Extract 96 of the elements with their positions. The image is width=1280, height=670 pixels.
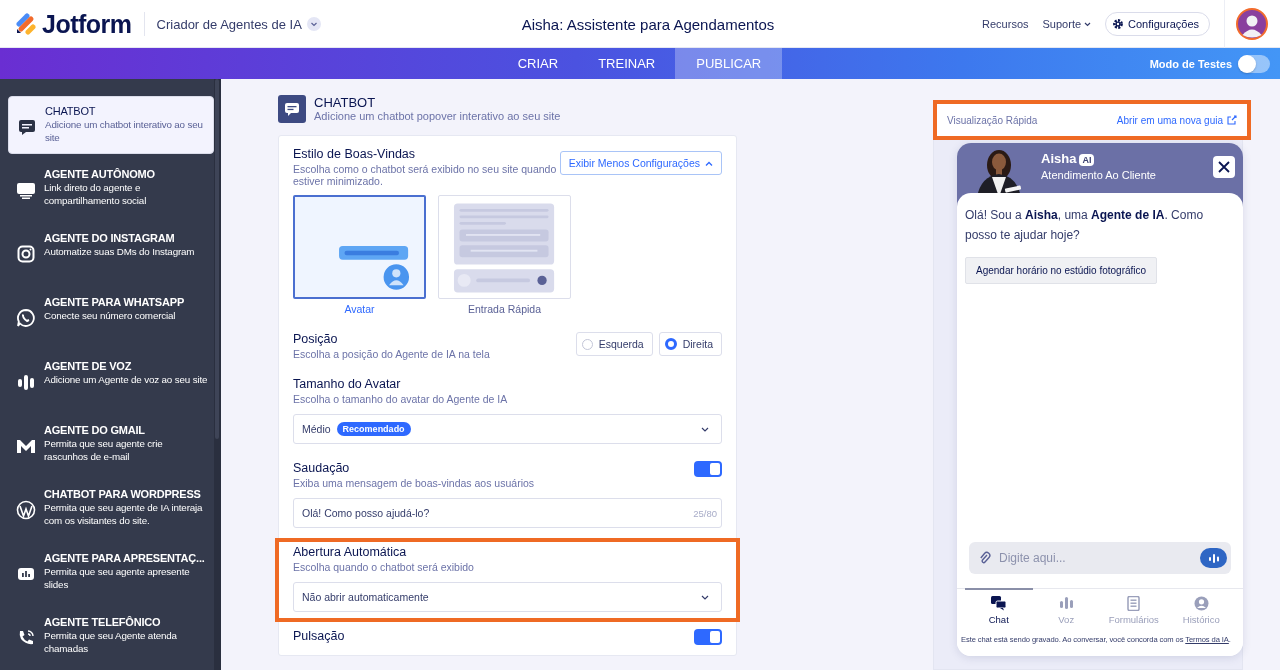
external-link-icon — [1227, 115, 1237, 125]
select-field[interactable]: Não abrir automaticamente — [293, 582, 722, 612]
sound-bars-icon — [16, 372, 36, 392]
nav-tab[interactable]: CRIAR — [497, 48, 579, 79]
chat-tab[interactable]: Chat — [965, 588, 1033, 629]
resources-link[interactable]: Recursos — [982, 18, 1029, 30]
setting-title: Posição — [293, 332, 339, 346]
toggle-settings-button[interactable]: Exibir Menos Configurações — [559, 151, 722, 175]
setting-description: Escolha a posição do Agente de IA na tela — [293, 348, 490, 360]
sidebar-item[interactable]: AGENTE TELEFÔNICO Permita que seu Agente atenda chamadas — [8, 608, 214, 666]
sidebar-item[interactable]: AGENTE DE VOZ Adicione um Agente de voz ao seu site — [8, 352, 214, 410]
globe-icon — [16, 500, 36, 520]
document-icon — [1126, 596, 1142, 611]
setting-title: Pulsação — [293, 629, 345, 643]
paperclip-icon — [979, 551, 991, 565]
toggle-switch[interactable] — [694, 461, 722, 477]
sound-bars-icon — [1208, 553, 1219, 563]
test-mode-label: Modo de Testes — [1149, 57, 1232, 70]
setting-description: Exiba uma mensagem de boas-vindas aos usuários — [293, 477, 535, 489]
welcome-message: Olá! Sou a Aisha, uma Agente de IA. Como posso te ajudar hoje? — [965, 207, 1205, 244]
item-description: Link direto do agente e compartilhamento social — [44, 181, 148, 207]
setting-description: Escolha como o chatbot será exibido no seu site quando estiver minimizado. — [293, 163, 558, 187]
setting-title: Saudação — [293, 461, 351, 475]
chat-icon — [278, 95, 306, 123]
setting-title: Tamanho do Avatar — [293, 377, 402, 391]
logo-text: Jotform — [42, 9, 132, 39]
camera-icon — [16, 244, 36, 264]
suggestion-button[interactable]: Agendar horário no estúdio fotográfico — [965, 257, 1158, 284]
item-title: AGENTE PARA WHATSAPP — [44, 296, 185, 308]
item-description: Permita que seu agente de IA interaja com os visitantes do site. — [44, 501, 204, 527]
style-option[interactable]: Avatar — [293, 195, 426, 315]
style-option[interactable]: Entrada Rápida — [438, 195, 571, 315]
logo-icon — [16, 13, 36, 35]
section-description: Adicione um chatbot popover interativo ao seu site — [314, 110, 561, 122]
greeting-field[interactable]: Olá! Como posso ajudá-lo? 25/80 — [293, 498, 722, 528]
item-title: CHATBOT PARA WORDPRESS — [44, 488, 202, 500]
chevron-down-icon — [701, 594, 709, 600]
caret-icon — [1084, 21, 1092, 27]
setting-title: Abertura Automática — [293, 545, 408, 559]
item-title: AGENTE DE VOZ — [44, 360, 133, 372]
item-description: Adicione um chatbot interativo ao seu site — [45, 118, 204, 144]
support-menu[interactable]: Suporte — [1042, 18, 1092, 30]
caret-icon — [705, 160, 713, 166]
select-field[interactable]: Médio Recomendado — [293, 414, 722, 444]
radio-option[interactable]: Direita — [658, 332, 722, 356]
chevron-down-icon — [306, 17, 321, 31]
item-description: Permita que seu Agente atenda chamadas — [44, 629, 178, 655]
setting-description: Escolha quando o chatbot será exibido — [293, 561, 474, 573]
sidebar-item[interactable]: CHATBOT Adicione um chatbot interativo ao seu site — [8, 96, 214, 154]
item-description: Permita que seu agente apresente slides — [44, 565, 191, 591]
monitor-icon — [16, 180, 36, 200]
scrollbar[interactable] — [214, 79, 221, 670]
item-description: Permita que seu agente crie rascunhos de e-mail — [44, 437, 164, 463]
section-title: CHATBOT — [314, 95, 377, 110]
ai-badge: AI — [1079, 154, 1095, 166]
settings-button[interactable]: Configurações — [1105, 12, 1210, 36]
character-counter: 25/80 — [693, 507, 717, 519]
phone-bubble-icon — [16, 308, 36, 328]
setting-title: Estilo de Boas-Vindas — [293, 147, 417, 161]
agent-name: Aisha — [1041, 151, 1077, 166]
nav-tab[interactable]: TREINAR — [578, 48, 676, 79]
preview-title: Visualização Rápida — [947, 114, 1038, 126]
item-title: AGENTE PARA APRESENTAÇ... — [44, 552, 206, 564]
sidebar-item[interactable]: AGENTE PARA WHATSAPP Conecte seu número comercial — [8, 288, 214, 346]
sidebar-item[interactable]: CHATBOT PARA WORDPRESS Permita que seu agente de IA interaja com os visitantes do site. — [8, 480, 214, 538]
radio-option[interactable]: Esquerda — [575, 332, 653, 356]
toggle-switch[interactable] — [694, 629, 722, 645]
sidebar-item[interactable]: AGENTE DO GMAIL Permita que seu agente crie rascunhos de e-mail — [8, 416, 214, 474]
item-title: CHATBOT — [45, 105, 97, 117]
form-title: Aisha: Assistente para Agendamentos — [521, 15, 775, 33]
sidebar-item[interactable]: AGENTE DO INSTAGRAM Automatize suas DMs do Instagram — [8, 224, 214, 282]
chat-icon — [17, 117, 37, 137]
item-title: AGENTE AUTÔNOMO — [44, 168, 156, 180]
setting-description: Escolha o tamanho do avatar do Agente de IA — [293, 393, 508, 405]
chevron-down-icon — [701, 426, 709, 432]
settings-icon — [1112, 18, 1125, 30]
item-description: Conecte seu número comercial — [44, 309, 177, 322]
item-title: AGENTE TELEFÔNICO — [44, 616, 162, 628]
item-description: Automatize suas DMs do Instagram — [44, 245, 195, 258]
voice-button[interactable] — [1200, 548, 1227, 568]
item-title: AGENTE DO INSTAGRAM — [44, 232, 176, 244]
user-circle-icon — [1193, 596, 1209, 611]
close-icon — [1218, 161, 1230, 173]
item-description: Adicione um Agente de voz ao seu site — [44, 373, 208, 386]
chat-bubbles-icon — [991, 596, 1007, 611]
item-title: AGENTE DO GMAIL — [44, 424, 146, 436]
open-new-tab-link[interactable]: Abrir em uma nova guia — [1116, 114, 1237, 126]
sidebar-item[interactable]: AGENTE AUTÔNOMO Link direto do agente e compartilhamento social — [8, 160, 214, 218]
test-mode-toggle[interactable] — [1238, 54, 1270, 73]
sound-bars-icon — [1058, 596, 1074, 611]
avatar-icon — [1236, 8, 1268, 40]
agent-role: Atendimento Ao Cliente — [1041, 169, 1156, 181]
close-button[interactable] — [1213, 156, 1235, 178]
sidebar-item[interactable]: AGENTE PARA APRESENTAÇ... Permita que seu agente apresente slides — [8, 544, 214, 602]
recommended-badge: Recomendado — [336, 422, 411, 436]
product-name: Criador de Agentes de IA — [156, 16, 302, 32]
